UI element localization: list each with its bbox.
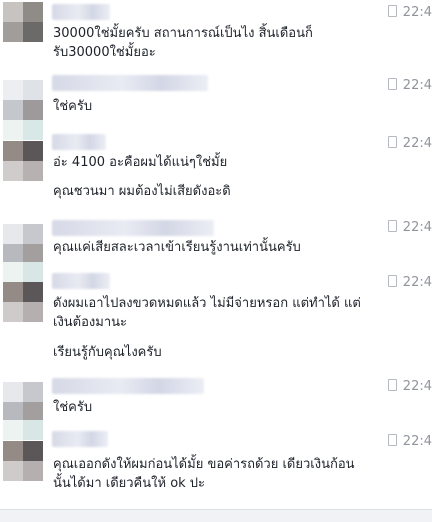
message-text: รับ30000ใช่มั้ยอะ xyxy=(53,45,156,60)
device-icon xyxy=(387,5,397,17)
device-icon xyxy=(387,379,397,391)
message-time[interactable]: 22:4 xyxy=(387,275,432,290)
message-text: ใช่ครับ xyxy=(53,400,93,415)
message-text: คุณชวนมา ผมต้องไม่เสียดังอะดิ xyxy=(53,184,231,199)
chat-thread: 22:4 30000ใช่มั้ยครับ สถานการณ์เป็นไง สิ… xyxy=(0,0,432,510)
message-time[interactable]: 22:4 xyxy=(387,136,432,151)
avatar[interactable] xyxy=(3,441,43,481)
avatar[interactable] xyxy=(3,224,43,264)
avatar[interactable] xyxy=(3,382,43,422)
message-time[interactable]: 22:4 xyxy=(387,78,432,93)
avatar[interactable] xyxy=(3,2,43,42)
message-text: ใช่ครับ xyxy=(53,99,93,114)
message-text: นั้นได้มา เดียวคืนให้ ok ปะ xyxy=(53,476,206,491)
message-time[interactable]: 22:4 xyxy=(387,379,432,394)
message-time[interactable]: 22:4 xyxy=(387,5,432,20)
message-text: คุณเออกดังให้ผมก่อนได้มั้ย ขอค่ารถด้วย เ… xyxy=(53,457,355,472)
sender-name-redacted xyxy=(52,431,108,447)
device-icon xyxy=(387,275,397,287)
message-text: คุณแค่เสียสละเวลาเข้าเรียนรู้งานเท่านั้น… xyxy=(53,240,301,255)
sender-name-redacted xyxy=(52,4,110,20)
message-time[interactable]: 22:4 xyxy=(387,434,432,449)
device-icon xyxy=(387,78,397,90)
avatar[interactable] xyxy=(3,282,43,322)
sender-name-redacted xyxy=(52,220,214,236)
message-text: 30000ใช่มั้ยครับ สถานการณ์เป็นไง สิ้นเดื… xyxy=(53,26,313,41)
message-text: อ่ะ 4100 อะคือผมได้แน่ๆใช่มั้ย xyxy=(53,155,228,170)
device-icon xyxy=(387,136,397,148)
message-time[interactable]: 22:4 xyxy=(387,220,432,235)
sender-name-redacted xyxy=(52,378,204,394)
device-icon xyxy=(387,220,397,232)
message-text: เงินต้องมานะ xyxy=(53,315,128,330)
message-text: เรียนรู้กับคุณไงครับ xyxy=(53,345,162,360)
composer-bar[interactable] xyxy=(0,509,432,522)
sender-name-redacted xyxy=(52,75,208,91)
device-icon xyxy=(387,434,397,446)
sender-name-redacted xyxy=(52,134,106,150)
message-text: ดังผมเอาไปลงขวดหมดแล้ว ไม่มีจ่ายหรอก แต่… xyxy=(53,296,361,311)
avatar[interactable] xyxy=(3,80,43,120)
avatar[interactable] xyxy=(3,141,43,181)
sender-name-redacted xyxy=(52,273,110,289)
